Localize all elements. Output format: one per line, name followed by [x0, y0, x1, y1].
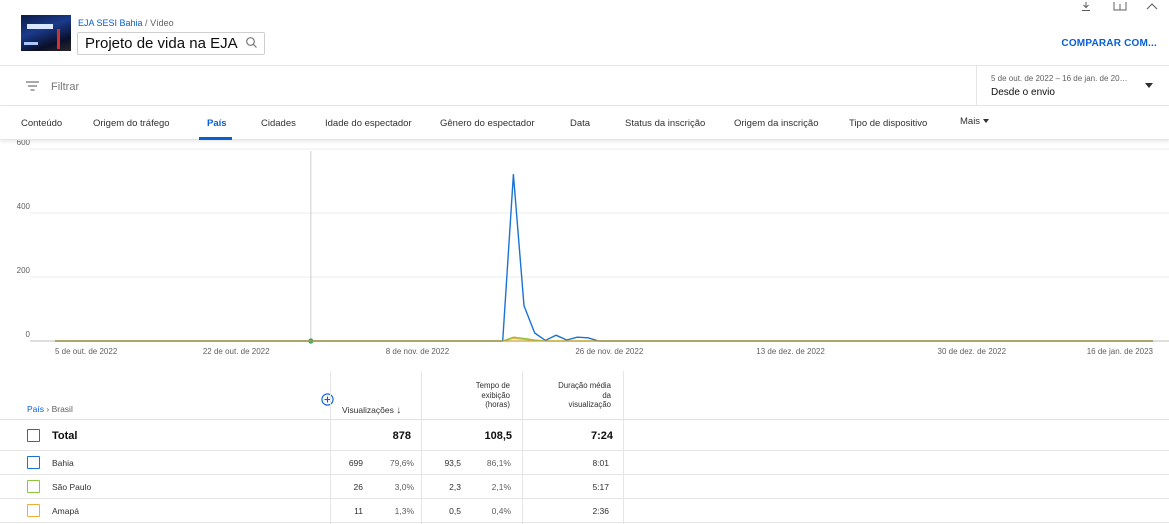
row-label: Bahia — [52, 458, 74, 468]
row-views: 699 — [348, 458, 363, 468]
row-watch-pct: 86,1% — [486, 458, 511, 468]
x-tick-label: 8 de nov. de 2022 — [386, 347, 450, 356]
row-watch-pct: 0,4% — [491, 506, 511, 516]
column-header-views[interactable]: Visualizações ↓ — [342, 405, 401, 416]
x-tick-label: 22 de out. de 2022 — [203, 347, 270, 356]
y-tick-label: 200 — [17, 266, 31, 275]
y-tick-label: 600 — [17, 140, 31, 147]
table-row-total: Total 878 108,5 7:24 — [0, 420, 1169, 451]
row-watch-time: 0,5 — [449, 506, 461, 516]
tab-tipo-de-dispositivo[interactable]: Tipo de dispositivo — [849, 118, 927, 129]
total-checkbox[interactable] — [27, 429, 40, 442]
table-row[interactable]: São Paulo 26 3,0% 2,3 2,1% 5:17 — [0, 475, 1169, 499]
views-line-chart[interactable]: 600 400 200 0 5 de out. de 2022 22 de out. d… — [0, 140, 1169, 360]
tab-mais[interactable]: Mais — [960, 116, 990, 127]
row-views: 11 — [354, 506, 363, 516]
filter-input[interactable]: Filtrar — [51, 81, 79, 93]
tab-data[interactable]: Data — [570, 118, 590, 129]
date-range-selection: Desde o envio — [991, 87, 1055, 98]
tab-pais[interactable]: País — [207, 118, 227, 129]
tab-origem-do-trafego[interactable]: Origem do tráfego — [93, 118, 170, 129]
row-label: São Paulo — [52, 482, 92, 492]
x-tick-label: 16 de jan. de 2023 — [1087, 347, 1154, 356]
add-metric-icon[interactable] — [321, 393, 334, 406]
table-row[interactable]: Amapá 11 1,3% 0,5 0,4% 2:36 — [0, 499, 1169, 523]
video-title-selector[interactable]: Projeto de vida na EJA — [77, 32, 265, 55]
column-header-watch-time[interactable]: Tempo de exibição (horas) — [432, 381, 510, 410]
tab-status-da-inscricao[interactable]: Status da inscrição — [625, 118, 705, 129]
row-checkbox[interactable] — [27, 504, 40, 517]
row-avg-duration: 5:17 — [592, 482, 609, 492]
dimension-tabs: Conteúdo Origem do tráfego País Cidades … — [0, 106, 1169, 140]
x-tick-label: 13 de dez. de 2022 — [756, 347, 825, 356]
row-avg-duration: 8:01 — [592, 458, 609, 468]
series-line-bahia[interactable] — [55, 173, 1153, 342]
total-watch-time: 108,5 — [484, 430, 512, 442]
table-breadcrumb: País › Brasil — [27, 404, 73, 414]
row-checkbox[interactable] — [27, 480, 40, 493]
filter-bar: Filtrar 5 de out. de 2022 – 16 de jan. d… — [0, 66, 1169, 106]
y-tick-label: 400 — [17, 202, 31, 211]
tab-genero-do-espectador[interactable]: Gênero do espectador — [440, 118, 535, 129]
x-tick-label: 5 de out. de 2022 — [55, 347, 118, 356]
page-header: EJA SESI Bahia / Vídeo Projeto de vida n… — [0, 0, 1169, 66]
total-label: Total — [52, 430, 78, 442]
tab-origem-da-inscricao[interactable]: Origem da inscrição — [734, 118, 818, 129]
row-avg-duration: 2:36 — [592, 506, 609, 516]
date-range-text: 5 de out. de 2022 – 16 de jan. de 20… — [991, 74, 1128, 83]
tab-conteudo[interactable]: Conteúdo — [21, 118, 62, 129]
filter-icon[interactable] — [26, 81, 39, 91]
breadcrumb-channel[interactable]: EJA SESI Bahia — [78, 18, 143, 28]
x-tick-label: 30 de dez. de 2022 — [938, 347, 1007, 356]
search-icon — [245, 37, 257, 48]
caret-down-icon — [983, 119, 990, 123]
video-title: Projeto de vida na EJA — [85, 35, 238, 52]
video-thumbnail[interactable] — [21, 15, 71, 51]
column-header-avg-duration[interactable]: Duração média da visualização — [533, 381, 611, 410]
feedback-icon[interactable] — [1113, 2, 1127, 12]
y-tick-label: 0 — [26, 330, 31, 339]
download-icon[interactable] — [1080, 2, 1092, 12]
breadcrumb: EJA SESI Bahia / Vídeo — [78, 18, 174, 28]
tab-cidades[interactable]: Cidades — [261, 118, 296, 129]
chevron-up-icon[interactable] — [1146, 2, 1158, 12]
row-checkbox[interactable] — [27, 456, 40, 469]
x-tick-label: 26 de nov. de 2022 — [575, 347, 643, 356]
total-avg-duration: 7:24 — [590, 430, 613, 442]
row-watch-pct: 2,1% — [491, 482, 511, 492]
row-watch-time: 93,5 — [444, 458, 461, 468]
caret-down-icon — [1145, 83, 1153, 88]
sort-arrow-icon: ↓ — [396, 405, 402, 416]
table-row[interactable]: Bahia 699 79,6% 93,5 86,1% 8:01 — [0, 451, 1169, 475]
table-header: País › Brasil Visualizações ↓ Tempo de e… — [0, 371, 1169, 420]
row-label: Amapá — [52, 506, 79, 516]
tab-idade-do-espectador[interactable]: Idade do espectador — [325, 118, 412, 129]
breadcrumb-pais-link[interactable]: País — [27, 404, 44, 414]
total-views: 878 — [392, 430, 411, 442]
date-range-selector[interactable]: 5 de out. de 2022 – 16 de jan. de 20… De… — [976, 66, 1169, 106]
row-watch-time: 2,3 — [449, 482, 461, 492]
breadcrumb-section: Vídeo — [150, 18, 174, 28]
compare-button[interactable]: COMPARAR COM... — [1061, 38, 1157, 49]
breadcrumb-brasil: Brasil — [51, 404, 73, 414]
row-views: 26 — [353, 482, 363, 492]
